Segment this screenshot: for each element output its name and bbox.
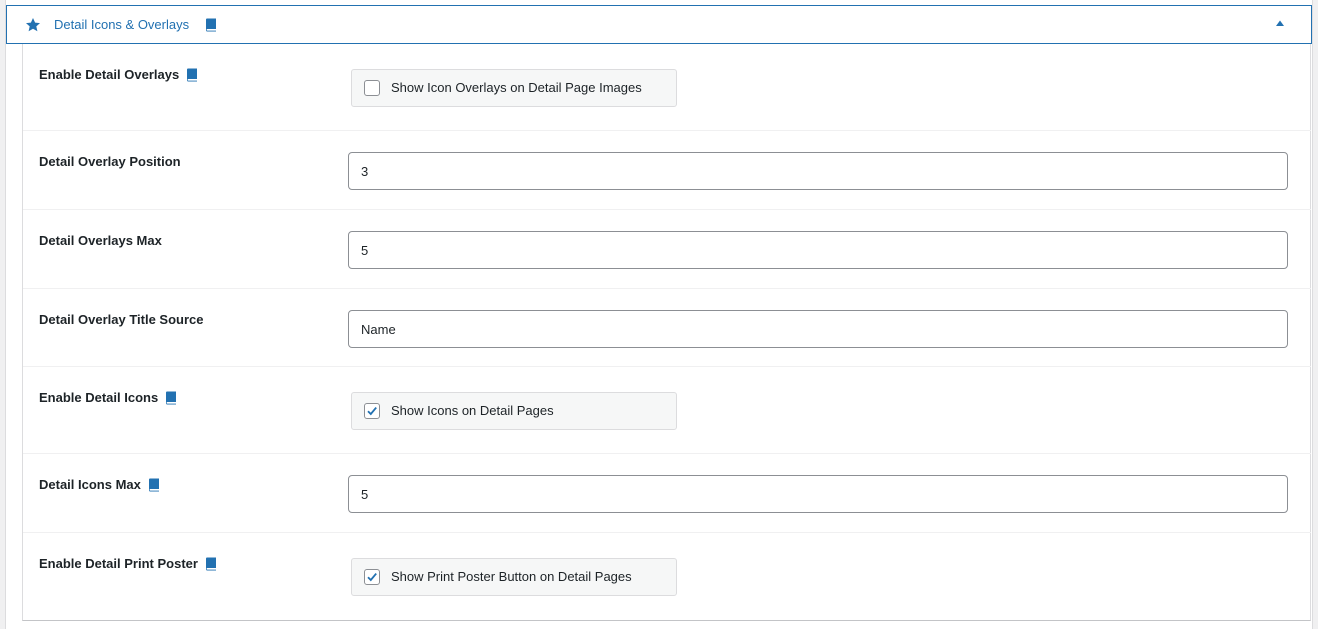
checkbox-detail-icons[interactable] <box>364 403 380 419</box>
setting-label-text: Detail Overlay Position <box>39 154 181 169</box>
detail-overlays-max-input[interactable] <box>348 231 1288 269</box>
checkbox-field-print-poster[interactable]: Show Print Poster Button on Detail Pages <box>351 558 677 596</box>
caret-up-icon[interactable] <box>1275 19 1285 27</box>
settings-panel: Enable Detail Overlays Show Icon Overlay… <box>22 44 1311 621</box>
setting-label: Detail Overlay Title Source <box>39 312 204 328</box>
setting-label-text: Enable Detail Icons <box>39 390 159 405</box>
checkmark-icon <box>367 573 377 582</box>
book-icon[interactable] <box>186 68 198 82</box>
book-icon[interactable] <box>205 557 217 571</box>
setting-label: Detail Overlays Max <box>39 233 162 249</box>
setting-label: Enable Detail Overlays <box>39 67 198 83</box>
setting-label-text: Detail Overlay Title Source <box>39 312 204 327</box>
setting-row-enable-detail-overlays: Enable Detail Overlays Show Icon Overlay… <box>23 44 1311 131</box>
setting-row-enable-detail-icons: Enable Detail Icons Show Icons on Detail… <box>23 367 1311 454</box>
checkbox-field-detail-icons[interactable]: Show Icons on Detail Pages <box>351 392 677 430</box>
checkbox-label: Show Icon Overlays on Detail Page Images <box>391 80 642 95</box>
book-icon[interactable] <box>205 18 217 32</box>
setting-label: Enable Detail Icons <box>39 390 177 406</box>
setting-row-detail-overlay-position: Detail Overlay Position <box>23 131 1311 210</box>
setting-row-detail-overlays-max: Detail Overlays Max <box>23 210 1311 289</box>
setting-label: Enable Detail Print Poster <box>39 556 217 572</box>
checkbox-detail-overlays[interactable] <box>364 80 380 96</box>
section-title: Detail Icons & Overlays <box>54 17 190 32</box>
book-icon[interactable] <box>165 391 177 405</box>
setting-label: Detail Overlay Position <box>39 154 181 170</box>
setting-row-detail-icons-max: Detail Icons Max <box>23 454 1311 533</box>
detail-overlay-title-source-input[interactable] <box>348 310 1288 348</box>
star-icon <box>26 18 40 32</box>
section-header-toggle[interactable]: Detail Icons & Overlays <box>6 5 1312 44</box>
setting-label-text: Enable Detail Overlays <box>39 67 180 82</box>
setting-label: Detail Icons Max <box>39 477 160 493</box>
book-icon[interactable] <box>148 478 160 492</box>
setting-label-text: Enable Detail Print Poster <box>39 556 198 571</box>
checkmark-icon <box>367 407 377 416</box>
detail-icons-max-input[interactable] <box>348 475 1288 513</box>
setting-row-enable-detail-print-poster: Enable Detail Print Poster Show Print Po… <box>23 533 1311 621</box>
checkbox-field-detail-overlays[interactable]: Show Icon Overlays on Detail Page Images <box>351 69 677 107</box>
checkbox-label: Show Icons on Detail Pages <box>391 403 554 418</box>
setting-label-text: Detail Icons Max <box>39 477 141 492</box>
setting-label-text: Detail Overlays Max <box>39 233 162 248</box>
detail-overlay-position-input[interactable] <box>348 152 1288 190</box>
checkbox-print-poster[interactable] <box>364 569 380 585</box>
setting-row-detail-overlay-title-source: Detail Overlay Title Source <box>23 289 1311 367</box>
checkbox-label: Show Print Poster Button on Detail Pages <box>391 569 632 584</box>
